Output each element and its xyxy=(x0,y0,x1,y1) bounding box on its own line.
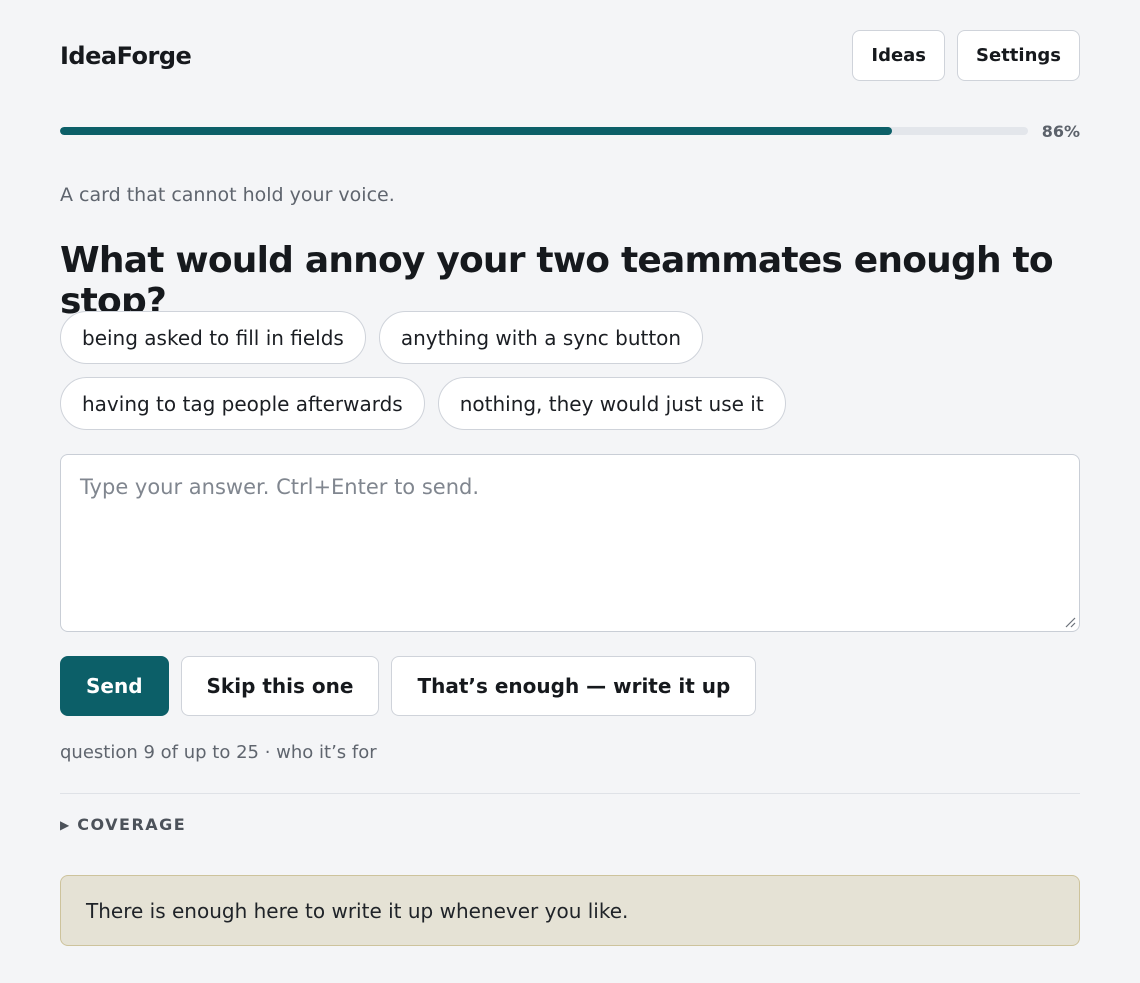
brand-logo[interactable]: IdeaForge xyxy=(60,42,192,70)
suggestion-chips: being asked to fill in fields anything w… xyxy=(60,311,1080,430)
skip-button[interactable]: Skip this one xyxy=(180,656,380,716)
question-title: What would annoy your two teammates enou… xyxy=(60,240,1054,322)
divider xyxy=(60,793,1080,794)
answer-actions: Send Skip this one That’s enough — write… xyxy=(60,656,757,716)
ready-notice: There is enough here to write it up when… xyxy=(60,875,1080,946)
suggestion-chip[interactable]: having to tag people afterwards xyxy=(60,377,425,430)
question-context: A card that cannot hold your voice. xyxy=(60,184,395,206)
question-counter: question 9 of up to 25 · who it’s for xyxy=(60,742,377,763)
settings-button[interactable]: Settings xyxy=(957,30,1080,81)
coverage-toggle[interactable]: ▶ COVERAGE xyxy=(60,815,186,834)
progress-percent: 86% xyxy=(1041,121,1080,141)
disclosure-triangle-icon: ▶ xyxy=(60,817,70,832)
header: IdeaForge Ideas Settings xyxy=(60,30,1080,81)
progress-fill xyxy=(60,127,893,135)
progress-bar: 86% xyxy=(60,117,1080,145)
progress-track xyxy=(60,127,1028,135)
suggestion-chip[interactable]: nothing, they would just use it xyxy=(437,377,786,430)
answer-input[interactable] xyxy=(60,454,1080,632)
suggestion-chip[interactable]: anything with a sync button xyxy=(378,311,704,364)
write-it-up-button[interactable]: That’s enough — write it up xyxy=(391,656,757,716)
ideas-button[interactable]: Ideas xyxy=(852,30,946,81)
top-nav: Ideas Settings xyxy=(852,30,1080,81)
ready-notice-text: There is enough here to write it up when… xyxy=(86,898,629,923)
send-button[interactable]: Send xyxy=(60,656,169,716)
coverage-label: COVERAGE xyxy=(77,815,187,834)
app-page: IdeaForge Ideas Settings 86% A card that… xyxy=(0,0,1140,983)
suggestion-chip[interactable]: being asked to fill in fields xyxy=(60,311,366,364)
